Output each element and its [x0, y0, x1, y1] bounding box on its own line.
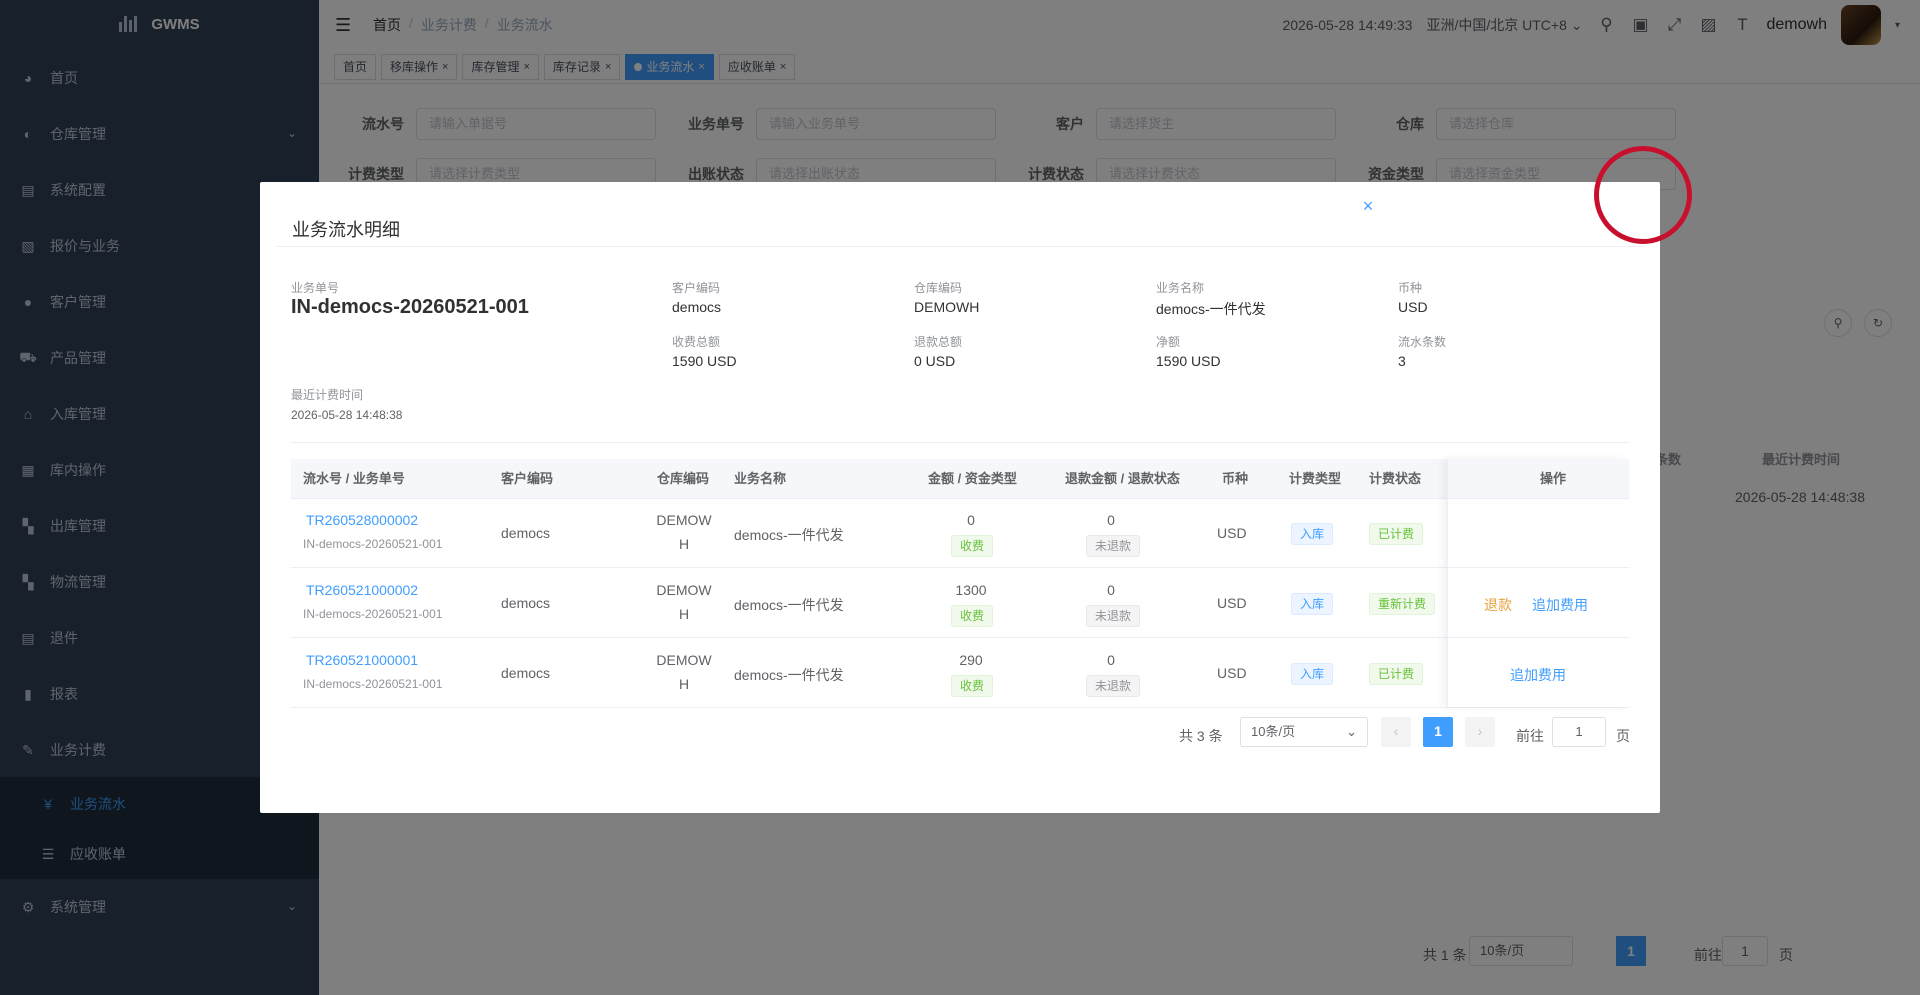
billing-type-tag: 入库 [1291, 663, 1334, 685]
column-header: 流水号 / 业务单号 [303, 471, 405, 486]
goto-page-input[interactable]: 1 [1552, 717, 1606, 747]
net-value: 1590 USD [1156, 353, 1221, 369]
page-unit: 页 [1616, 728, 1630, 744]
customer-code-value: democs [672, 299, 722, 315]
refund-status-tag: 未退款 [1086, 675, 1141, 697]
last-billing-value: 2026-05-28 14:48:38 [291, 408, 403, 422]
biz-no-cell: IN-democs-20260521-001 [303, 607, 443, 621]
table-header-row: 流水号 / 业务单号 客户编码 仓库编码 业务名称 金额 / 资金类型 退款金额… [291, 459, 1629, 499]
column-header: 计费类型 [1289, 471, 1342, 486]
next-page-button[interactable]: › [1465, 717, 1495, 747]
divider [291, 442, 1629, 443]
biz-name-value: democs-一件代发 [1156, 301, 1266, 317]
warehouse-code-value: DEMOWH [914, 299, 980, 315]
refund-status-tag: 未退款 [1086, 605, 1141, 627]
info-label: 业务名称 [1156, 281, 1205, 295]
chevron-down-icon: ⌄ [1346, 724, 1357, 739]
column-header: 仓库编码 [657, 471, 710, 486]
info-label: 流水条数 [1398, 335, 1447, 349]
refund-cell: 0 [1107, 652, 1115, 668]
biz-no-value: IN-democs-20260521-001 [291, 296, 529, 318]
table-row: TR260528000002 IN-democs-20260521-001 de… [291, 499, 1629, 568]
info-label: 净额 [1156, 335, 1181, 349]
info-label: 退款总额 [914, 335, 963, 349]
page-number[interactable]: 1 [1423, 717, 1453, 747]
add-fee-button[interactable]: 追加费用 [1532, 595, 1588, 615]
highlight-ring [1594, 146, 1692, 244]
flow-detail-dialog: 业务流水明细 业务单号 IN-democs-20260521-001 客户编码 … [260, 182, 1660, 813]
table-row: TR260521000001 IN-democs-20260521-001 de… [291, 639, 1629, 708]
info-label: 最近计费时间 [291, 388, 364, 402]
currency-value: USD [1398, 299, 1428, 315]
info-label: 客户编码 [672, 281, 721, 295]
table-row: TR260521000002 IN-democs-20260521-001 de… [291, 569, 1629, 638]
biz-no-cell: IN-democs-20260521-001 [303, 537, 443, 551]
warehouse-cell: DEMOW [656, 582, 712, 598]
customer-cell: democs [501, 525, 551, 541]
refund-total-value: 0 USD [914, 353, 956, 369]
add-fee-button[interactable]: 追加费用 [1510, 665, 1566, 685]
fund-type-tag: 收费 [951, 605, 994, 627]
refund-button[interactable]: 退款 [1484, 595, 1512, 615]
close-icon[interactable]: × [1357, 195, 1379, 217]
billing-status-tag: 重新计费 [1369, 593, 1436, 615]
billing-type-tag: 入库 [1291, 523, 1334, 545]
flow-no-link[interactable]: TR260528000002 [306, 512, 418, 528]
warehouse-cell: H [678, 676, 690, 692]
pagination-total: 共 3 条 [1179, 728, 1223, 744]
flow-no-link[interactable]: TR260521000002 [306, 582, 418, 598]
fund-type-tag: 收费 [951, 535, 994, 557]
page-size-select[interactable]: 10条/页 ⌄ [1240, 717, 1368, 747]
warehouse-cell: H [678, 606, 690, 622]
column-header: 币种 [1222, 471, 1249, 486]
currency-cell: USD [1217, 525, 1247, 541]
biz-name-cell: democs-一件代发 [734, 667, 844, 683]
goto-label: 前往 [1516, 728, 1544, 744]
biz-no-cell: IN-democs-20260521-001 [303, 677, 443, 691]
charge-total-value: 1590 USD [672, 353, 737, 369]
warehouse-cell: DEMOW [656, 512, 712, 528]
prev-page-button[interactable]: ‹ [1381, 717, 1411, 747]
column-header: 退款金额 / 退款状态 [1065, 471, 1180, 486]
billing-status-tag: 已计费 [1369, 523, 1424, 545]
refund-cell: 0 [1107, 582, 1115, 598]
info-label: 仓库编码 [914, 281, 963, 295]
biz-name-cell: democs-一件代发 [734, 597, 844, 613]
amount-cell: 1300 [955, 582, 987, 598]
customer-cell: democs [501, 665, 551, 681]
billing-type-tag: 入库 [1291, 593, 1334, 615]
warehouse-cell: DEMOW [656, 652, 712, 668]
currency-cell: USD [1217, 665, 1247, 681]
info-label: 业务单号 [291, 281, 340, 295]
column-header: 计费状态 [1369, 471, 1422, 486]
currency-cell: USD [1217, 595, 1247, 611]
column-header: 业务名称 [734, 471, 787, 486]
info-label: 币种 [1398, 281, 1423, 295]
divider [276, 246, 1644, 247]
fund-type-tag: 收费 [951, 675, 994, 697]
column-header: 客户编码 [501, 471, 554, 486]
amount-cell: 290 [959, 652, 983, 668]
warehouse-cell: H [678, 536, 690, 552]
count-value: 3 [1398, 353, 1406, 369]
customer-cell: democs [501, 595, 551, 611]
billing-status-tag: 已计费 [1369, 663, 1424, 685]
column-header: 金额 / 资金类型 [928, 471, 1017, 486]
amount-cell: 0 [967, 512, 975, 528]
refund-status-tag: 未退款 [1086, 535, 1141, 557]
refund-cell: 0 [1107, 512, 1115, 528]
page-size-value: 10条/页 [1251, 724, 1296, 739]
biz-name-cell: democs-一件代发 [734, 527, 844, 543]
flow-no-link[interactable]: TR260521000001 [306, 652, 418, 668]
info-label: 收费总额 [672, 335, 721, 349]
dialog-title: 业务流水明细 [292, 220, 400, 240]
